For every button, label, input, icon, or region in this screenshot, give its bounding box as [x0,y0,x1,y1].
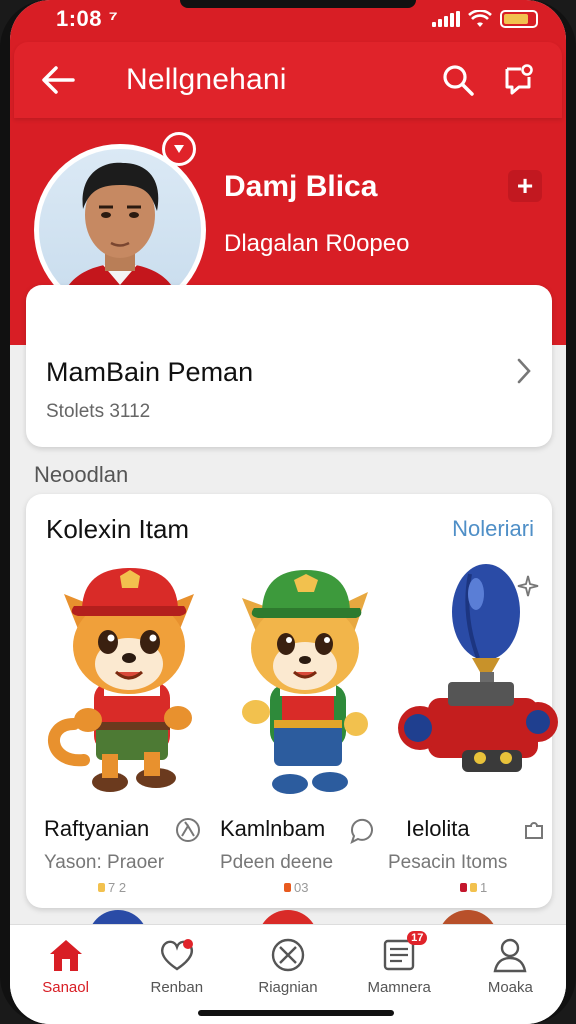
section-label: Neoodlan [34,462,129,487]
item-subtitle: Pesacin Itoms [388,852,508,873]
collection-item[interactable]: Raftyanian Yason: Praoer 7 2 [44,554,214,904]
back-arrow-icon[interactable] [36,58,80,102]
wifi-icon [468,10,492,27]
item-subtitle: Yason: Praoer [44,852,165,873]
balloon-cannon-image [398,564,558,772]
home-icon [49,940,82,971]
phone-frame: 1:08 ⁷ Nellgnehani Damj Blica Dlagalan R… [0,0,576,1024]
fox-red-cap-image [48,568,194,792]
user-icon [493,938,527,973]
collection-link[interactable]: Noleriari [452,516,534,542]
home-indicator [198,1010,394,1016]
battery-icon [500,10,538,28]
search-icon[interactable] [436,58,480,102]
profile-summary-card[interactable]: MamBain Peman Stolets 3112 [26,285,552,447]
item-stats-text: 1 [480,880,488,895]
item-name: Kamlnbam [220,816,326,841]
card-subtitle: Stolets 3112 [46,401,151,422]
collection-card: Kolexin Itam Noleriari Raftyanian Yason:… [26,494,558,908]
item-name: Raftyanian [44,816,150,841]
item-stats: 1 [460,880,487,895]
item-stats-text: 7 2 [108,880,127,895]
nav-item-home[interactable]: Sanaol [16,937,116,1024]
item-stats-text: 03 [294,880,309,895]
collection-item[interactable]: Ielolita Pesacin Itoms 1 [388,554,558,904]
puzzle-icon[interactable] [520,816,548,844]
notification-badge: 17 [407,931,428,945]
nav-label: Mamnera [367,979,431,996]
nav-item-profile[interactable]: Moaka [460,937,560,1024]
nav-label: Renban [150,979,204,996]
bottom-nav: Sanaol Renban Riagnian 17 Mamnera Moaka [10,924,566,1024]
chat-bubble-icon[interactable] [348,816,376,844]
screen: 1:08 ⁷ Nellgnehani Damj Blica Dlagalan R… [10,0,566,1024]
card-title: MamBain Peman [46,357,254,387]
nav-label: Riagnian [258,979,318,996]
profile-name: Damj Blica [224,170,378,203]
item-subtitle: Pdeen deene [220,852,334,873]
status-icons [432,10,538,28]
app-title: Nellgnehani [126,63,287,96]
chevron-right-icon [517,358,531,384]
chat-notification-icon[interactable] [496,58,540,102]
app-bar: Nellgnehani [14,42,562,118]
heart-icon [160,939,193,971]
item-stats: 7 2 [98,880,126,895]
add-button[interactable]: + [508,170,542,202]
status-time: 1:08 ⁷ [56,6,119,31]
play-badge-icon[interactable] [162,132,196,166]
status-bar: 1:08 ⁷ [10,0,566,38]
item-name: Ielolita [406,816,470,841]
nav-label: Sanaol [42,979,89,996]
signal-icon [432,11,460,27]
profile-subtitle: Dlagalan R0opeo [224,230,410,257]
collection-title: Kolexin Itam [46,514,190,544]
collection-item[interactable]: Kamlnbam Pdeen deene 03 [220,554,390,904]
nav-label: Moaka [487,979,533,996]
fox-green-cap-image [242,570,368,794]
item-stats: 03 [284,880,308,895]
item-action-icon[interactable] [174,816,202,844]
cancel-circle-icon [271,938,305,972]
